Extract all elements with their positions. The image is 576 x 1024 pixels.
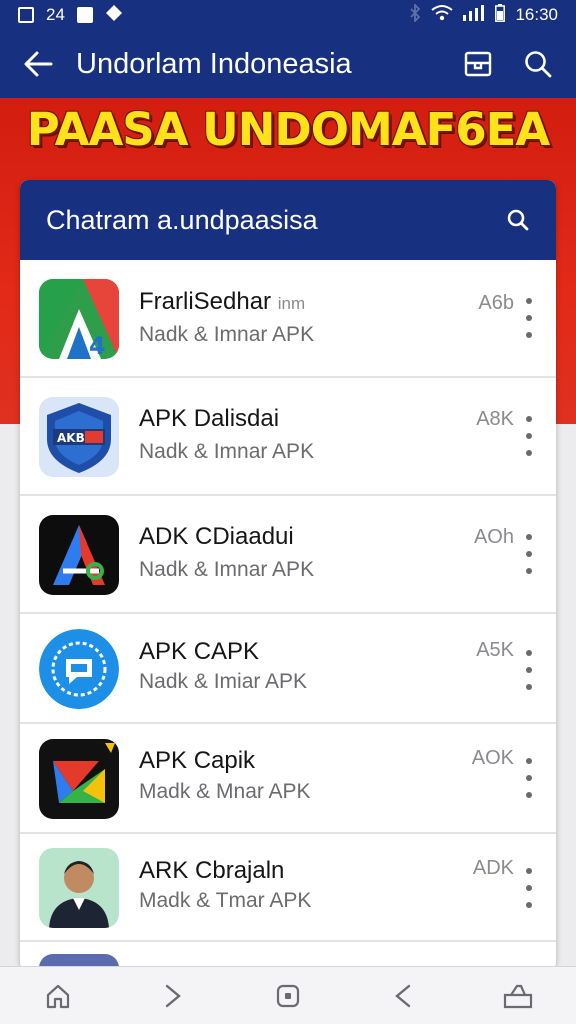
system-nav-bar: [0, 966, 576, 1024]
list-item[interactable]: AKB APK Dalisdai Nadk & Imnar APK A8K: [20, 378, 556, 496]
status-left-text: 24: [46, 5, 65, 24]
app-badge: ADK: [472, 857, 514, 879]
app-name-extra: inm: [277, 294, 306, 313]
search-icon: [507, 209, 529, 231]
app-icon-triangle: 4: [39, 279, 119, 359]
app-bar: Undorlam Indoneasia: [0, 30, 576, 98]
banner-title: PAASA UNDOMAF6EA: [26, 103, 550, 156]
app-name: APK Capik: [139, 747, 256, 774]
app-list: 4 FrarliSedhar inm Nadk & Imnar APK A6b …: [20, 260, 556, 970]
list-item[interactable]: ADK CDiaadui Nadk & Imnar APK AOh: [20, 496, 556, 614]
more-options-button[interactable]: [520, 758, 538, 798]
search-button[interactable]: [508, 30, 568, 98]
wifi-icon: [431, 4, 454, 27]
app-name: APK Dalisdai: [139, 405, 280, 432]
app-badge: A8K: [476, 408, 514, 430]
app-subtitle: Nadk & Imnar APK: [139, 323, 315, 346]
app-icon-chat-bubble: [39, 629, 119, 709]
list-item[interactable]: 4 FrarliSedhar inm Nadk & Imnar APK A6b: [20, 260, 556, 378]
list-item[interactable]: APK CAPK Nadk & Imiar APK A5K: [20, 614, 556, 724]
recents-icon: [276, 984, 300, 1007]
search-input[interactable]: Chatram a.undpaasisa: [46, 205, 502, 236]
app-list-card: Chatram a.undpaasisa 4 FrarliSedhar inm …: [20, 180, 556, 970]
home-button[interactable]: [28, 967, 88, 1024]
app-title: Undorlam Indoneasia: [76, 47, 352, 80]
more-options-button[interactable]: [520, 298, 538, 338]
more-options-button[interactable]: [520, 534, 538, 574]
app-name: APK CAPK: [139, 638, 260, 665]
search-bar[interactable]: Chatram a.undpaasisa: [20, 180, 556, 260]
app-subtitle: Nadk & Imiar APK: [139, 670, 308, 693]
app-icon-colorful-z: [39, 739, 119, 819]
app-subtitle: Madk & Mnar APK: [139, 780, 311, 803]
back-nav-button[interactable]: [373, 967, 433, 1024]
bluetooth-icon: [409, 2, 421, 27]
svg-text:AKB: AKB: [57, 431, 85, 445]
app-name: ADK CDiaadui: [139, 523, 294, 550]
forward-button[interactable]: [143, 967, 203, 1024]
app-badge: AOh: [473, 526, 514, 548]
list-item[interactable]: APK Capik Madk & Mnar APK AOK: [20, 724, 556, 834]
status-time: 16:30: [515, 5, 558, 24]
app-subtitle: Nadk & Imnar APK: [139, 440, 315, 463]
back-button[interactable]: [0, 30, 76, 98]
signal-icon: [463, 4, 485, 26]
search-submit-button[interactable]: [502, 204, 534, 236]
app-subtitle: Nadk & Imnar APK: [139, 558, 315, 581]
list-item[interactable]: ARK Cbrajaln Madk & Tmar APK ADK: [20, 834, 556, 942]
more-options-button[interactable]: [520, 416, 538, 456]
app-icon-person-avatar: [39, 848, 119, 928]
app-subtitle: Madk & Tmar APK: [139, 889, 312, 912]
notification-icon: [18, 7, 34, 23]
back-icon: [395, 984, 411, 1007]
image-notification-icon: [76, 7, 93, 23]
app-name: ARK Cbrajaln: [139, 857, 285, 884]
more-options-button[interactable]: [520, 868, 538, 908]
forward-icon: [165, 984, 181, 1007]
app-notification-icon: [105, 4, 123, 27]
battery-icon: [495, 3, 506, 27]
app-badge: A5K: [476, 639, 514, 661]
screen: 24 16:30 Undorlam Indoneasia PAASA UNDOM…: [0, 0, 576, 1024]
bookmark-icon: [464, 51, 492, 77]
svg-text:4: 4: [89, 332, 106, 359]
app-icon-shield: AKB: [39, 397, 119, 477]
bag-button[interactable]: [488, 967, 548, 1024]
status-bar: 24 16:30: [0, 0, 576, 30]
home-icon: [46, 984, 69, 1008]
app-name: FrarliSedhar inm: [139, 288, 306, 315]
recents-button[interactable]: [258, 967, 318, 1024]
app-badge: AOK: [471, 747, 514, 769]
app-icon-letter-a: [39, 515, 119, 595]
more-options-button[interactable]: [520, 650, 538, 690]
bag-icon: [504, 984, 533, 1008]
arrow-left-icon: [24, 51, 53, 77]
app-badge: A6b: [478, 292, 514, 314]
search-icon: [525, 51, 552, 78]
save-button[interactable]: [448, 30, 508, 98]
